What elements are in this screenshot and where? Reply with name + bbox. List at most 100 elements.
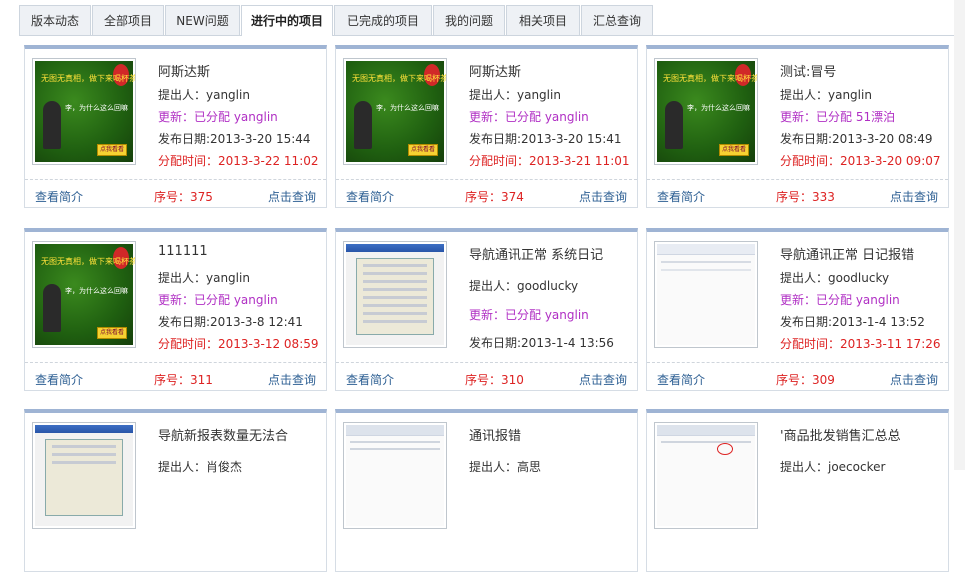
query-link[interactable]: 点击查询 bbox=[268, 188, 316, 205]
proposer: 提出人：goodlucky bbox=[469, 279, 579, 293]
ad-button: 点我看看 bbox=[97, 327, 127, 339]
ad-headline: 无图无真相，做下来喝杯茶吧 bbox=[663, 74, 758, 83]
ad-headline: 无图无真相，做下来喝杯茶吧 bbox=[41, 257, 136, 266]
project-thumbnail[interactable] bbox=[654, 241, 758, 348]
project-thumbnail[interactable]: 无图无真相，做下来喝杯茶吧 李，为什么这么回嘛 点我看看 bbox=[343, 58, 447, 165]
project-thumbnail[interactable]: 无图无真相，做下来喝杯茶吧 李，为什么这么回嘛 点我看看 bbox=[32, 241, 136, 348]
project-card: 导航通讯正常 系统日记 提出人：goodlucky 更新：已分配 yanglin… bbox=[335, 228, 638, 391]
proposer: 提出人：肖俊杰 bbox=[158, 460, 243, 474]
serial-number: 序号：375 bbox=[154, 190, 213, 204]
assign-time: 分配时间：2013-3-11 17:26 bbox=[780, 337, 941, 351]
card-footer: 查看简介 序号：374 点击查询 bbox=[336, 179, 637, 209]
serial-number: 序号：374 bbox=[465, 190, 524, 204]
assign-time: 分配时间：2013-3-21 11:01 bbox=[469, 154, 630, 168]
card-footer: 查看简介 序号：309 点击查询 bbox=[647, 362, 948, 392]
publish-date: 发布日期:2013-3-20 08:49 bbox=[780, 132, 933, 146]
proposer: 提出人：yanglin bbox=[469, 88, 561, 102]
update-status: 更新：已分配 yanglin bbox=[158, 110, 278, 124]
publish-date: 发布日期:2013-3-8 12:41 bbox=[158, 315, 303, 329]
project-title[interactable]: 导航新报表数量无法合 bbox=[158, 425, 288, 444]
project-title[interactable]: 导航通讯正常 系统日记 bbox=[469, 244, 603, 263]
view-intro-link[interactable]: 查看简介 bbox=[35, 188, 83, 205]
proposer: 提出人：joecocker bbox=[780, 460, 886, 474]
window-titlebar bbox=[346, 244, 444, 252]
tab-all-projects[interactable]: 全部项目 bbox=[92, 5, 164, 35]
project-card: 无图无真相，做下来喝杯茶吧 李，为什么这么回嘛 点我看看 测试:冒号 提出人：y… bbox=[646, 45, 949, 208]
tab-bar: 版本动态 全部项目 NEW问题 进行中的项目 已完成的项目 我的问题 相关项目 … bbox=[19, 5, 954, 36]
update-status: 更新：已分配 yanglin bbox=[469, 308, 589, 322]
project-title[interactable]: '商品批发销售汇总总 bbox=[780, 425, 901, 444]
query-link[interactable]: 点击查询 bbox=[579, 188, 627, 205]
screenshot-strip bbox=[657, 244, 755, 255]
ad-subtext: 李，为什么这么回嘛 bbox=[687, 104, 750, 112]
tab-completed[interactable]: 已完成的项目 bbox=[334, 5, 432, 35]
assign-time: 分配时间：2013-3-22 11:02 bbox=[158, 154, 319, 168]
query-link[interactable]: 点击查询 bbox=[890, 371, 938, 388]
project-title[interactable]: 导航通讯正常 日记报错 bbox=[780, 244, 914, 263]
project-card: 无图无真相，做下来喝杯茶吧 李，为什么这么回嘛 点我看看 阿斯达斯 提出人：ya… bbox=[24, 45, 327, 208]
update-status: 更新：已分配 yanglin bbox=[158, 293, 278, 307]
project-title[interactable]: 测试:冒号 bbox=[780, 61, 836, 80]
figure-icon bbox=[354, 101, 372, 149]
tab-related-projects[interactable]: 相关项目 bbox=[506, 5, 580, 35]
ad-button: 点我看看 bbox=[97, 144, 127, 156]
project-card: 通讯报错 提出人：高思 bbox=[335, 409, 638, 572]
figure-icon bbox=[43, 284, 61, 332]
project-thumbnail[interactable] bbox=[32, 422, 136, 529]
window-panel bbox=[45, 439, 123, 516]
project-card: 导航新报表数量无法合 提出人：肖俊杰 bbox=[24, 409, 327, 572]
publish-date: 发布日期:2013-3-20 15:41 bbox=[469, 132, 622, 146]
assign-time: 分配时间：2013-3-12 08:59 bbox=[158, 337, 319, 351]
project-title[interactable]: 111111 bbox=[158, 244, 208, 259]
ad-button: 点我看看 bbox=[719, 144, 749, 156]
scrollbar[interactable] bbox=[954, 0, 965, 470]
project-card: 无图无真相，做下来喝杯茶吧 李，为什么这么回嘛 点我看看 111111 提出人：… bbox=[24, 228, 327, 391]
view-intro-link[interactable]: 查看简介 bbox=[657, 188, 705, 205]
serial-number: 序号：309 bbox=[776, 373, 835, 387]
serial-number: 序号：333 bbox=[776, 190, 835, 204]
project-card: 导航通讯正常 日记报错 提出人：goodlucky 更新：已分配 yanglin… bbox=[646, 228, 949, 391]
project-thumbnail[interactable] bbox=[343, 422, 447, 529]
query-link[interactable]: 点击查询 bbox=[579, 371, 627, 388]
project-thumbnail[interactable] bbox=[343, 241, 447, 348]
project-title[interactable]: 阿斯达斯 bbox=[469, 61, 521, 80]
publish-date: 发布日期:2013-1-4 13:52 bbox=[780, 315, 925, 329]
project-card: 无图无真相，做下来喝杯茶吧 李，为什么这么回嘛 点我看看 阿斯达斯 提出人：ya… bbox=[335, 45, 638, 208]
project-thumbnail[interactable]: 无图无真相，做下来喝杯茶吧 李，为什么这么回嘛 点我看看 bbox=[32, 58, 136, 165]
card-footer: 查看简介 序号：375 点击查询 bbox=[25, 179, 326, 209]
project-thumbnail[interactable]: 无图无真相，做下来喝杯茶吧 李，为什么这么回嘛 点我看看 bbox=[654, 58, 758, 165]
tab-summary-query[interactable]: 汇总查询 bbox=[581, 5, 653, 35]
proposer: 提出人：yanglin bbox=[158, 88, 250, 102]
query-link[interactable]: 点击查询 bbox=[890, 188, 938, 205]
tab-my-issues[interactable]: 我的问题 bbox=[433, 5, 505, 35]
publish-date: 发布日期:2013-3-20 15:44 bbox=[158, 132, 311, 146]
project-card: '商品批发销售汇总总 提出人：joecocker bbox=[646, 409, 949, 572]
project-title[interactable]: 阿斯达斯 bbox=[158, 61, 210, 80]
figure-icon bbox=[43, 101, 61, 149]
project-thumbnail[interactable] bbox=[654, 422, 758, 529]
proposer: 提出人：yanglin bbox=[158, 271, 250, 285]
ad-subtext: 李，为什么这么回嘛 bbox=[65, 287, 128, 295]
window-titlebar bbox=[35, 425, 133, 433]
view-intro-link[interactable]: 查看简介 bbox=[346, 188, 394, 205]
proposer: 提出人：yanglin bbox=[780, 88, 872, 102]
tab-version-updates[interactable]: 版本动态 bbox=[19, 5, 91, 35]
proposer: 提出人：高思 bbox=[469, 460, 542, 474]
window-panel bbox=[356, 258, 434, 335]
update-status: 更新：已分配 yanglin bbox=[780, 293, 900, 307]
card-footer: 查看简介 序号：311 点击查询 bbox=[25, 362, 326, 392]
update-status: 更新：已分配 51漂泊 bbox=[780, 110, 896, 124]
project-title[interactable]: 通讯报错 bbox=[469, 425, 521, 444]
view-intro-link[interactable]: 查看简介 bbox=[657, 371, 705, 388]
ad-headline: 无图无真相，做下来喝杯茶吧 bbox=[352, 74, 447, 83]
ad-subtext: 李，为什么这么回嘛 bbox=[376, 104, 439, 112]
view-intro-link[interactable]: 查看简介 bbox=[35, 371, 83, 388]
serial-number: 序号：311 bbox=[154, 373, 213, 387]
ad-subtext: 李，为什么这么回嘛 bbox=[65, 104, 128, 112]
tab-in-progress[interactable]: 进行中的项目 bbox=[241, 5, 333, 36]
ad-button: 点我看看 bbox=[408, 144, 438, 156]
view-intro-link[interactable]: 查看简介 bbox=[346, 371, 394, 388]
ad-headline: 无图无真相，做下来喝杯茶吧 bbox=[41, 74, 136, 83]
query-link[interactable]: 点击查询 bbox=[268, 371, 316, 388]
tab-new-issues[interactable]: NEW问题 bbox=[165, 5, 240, 35]
